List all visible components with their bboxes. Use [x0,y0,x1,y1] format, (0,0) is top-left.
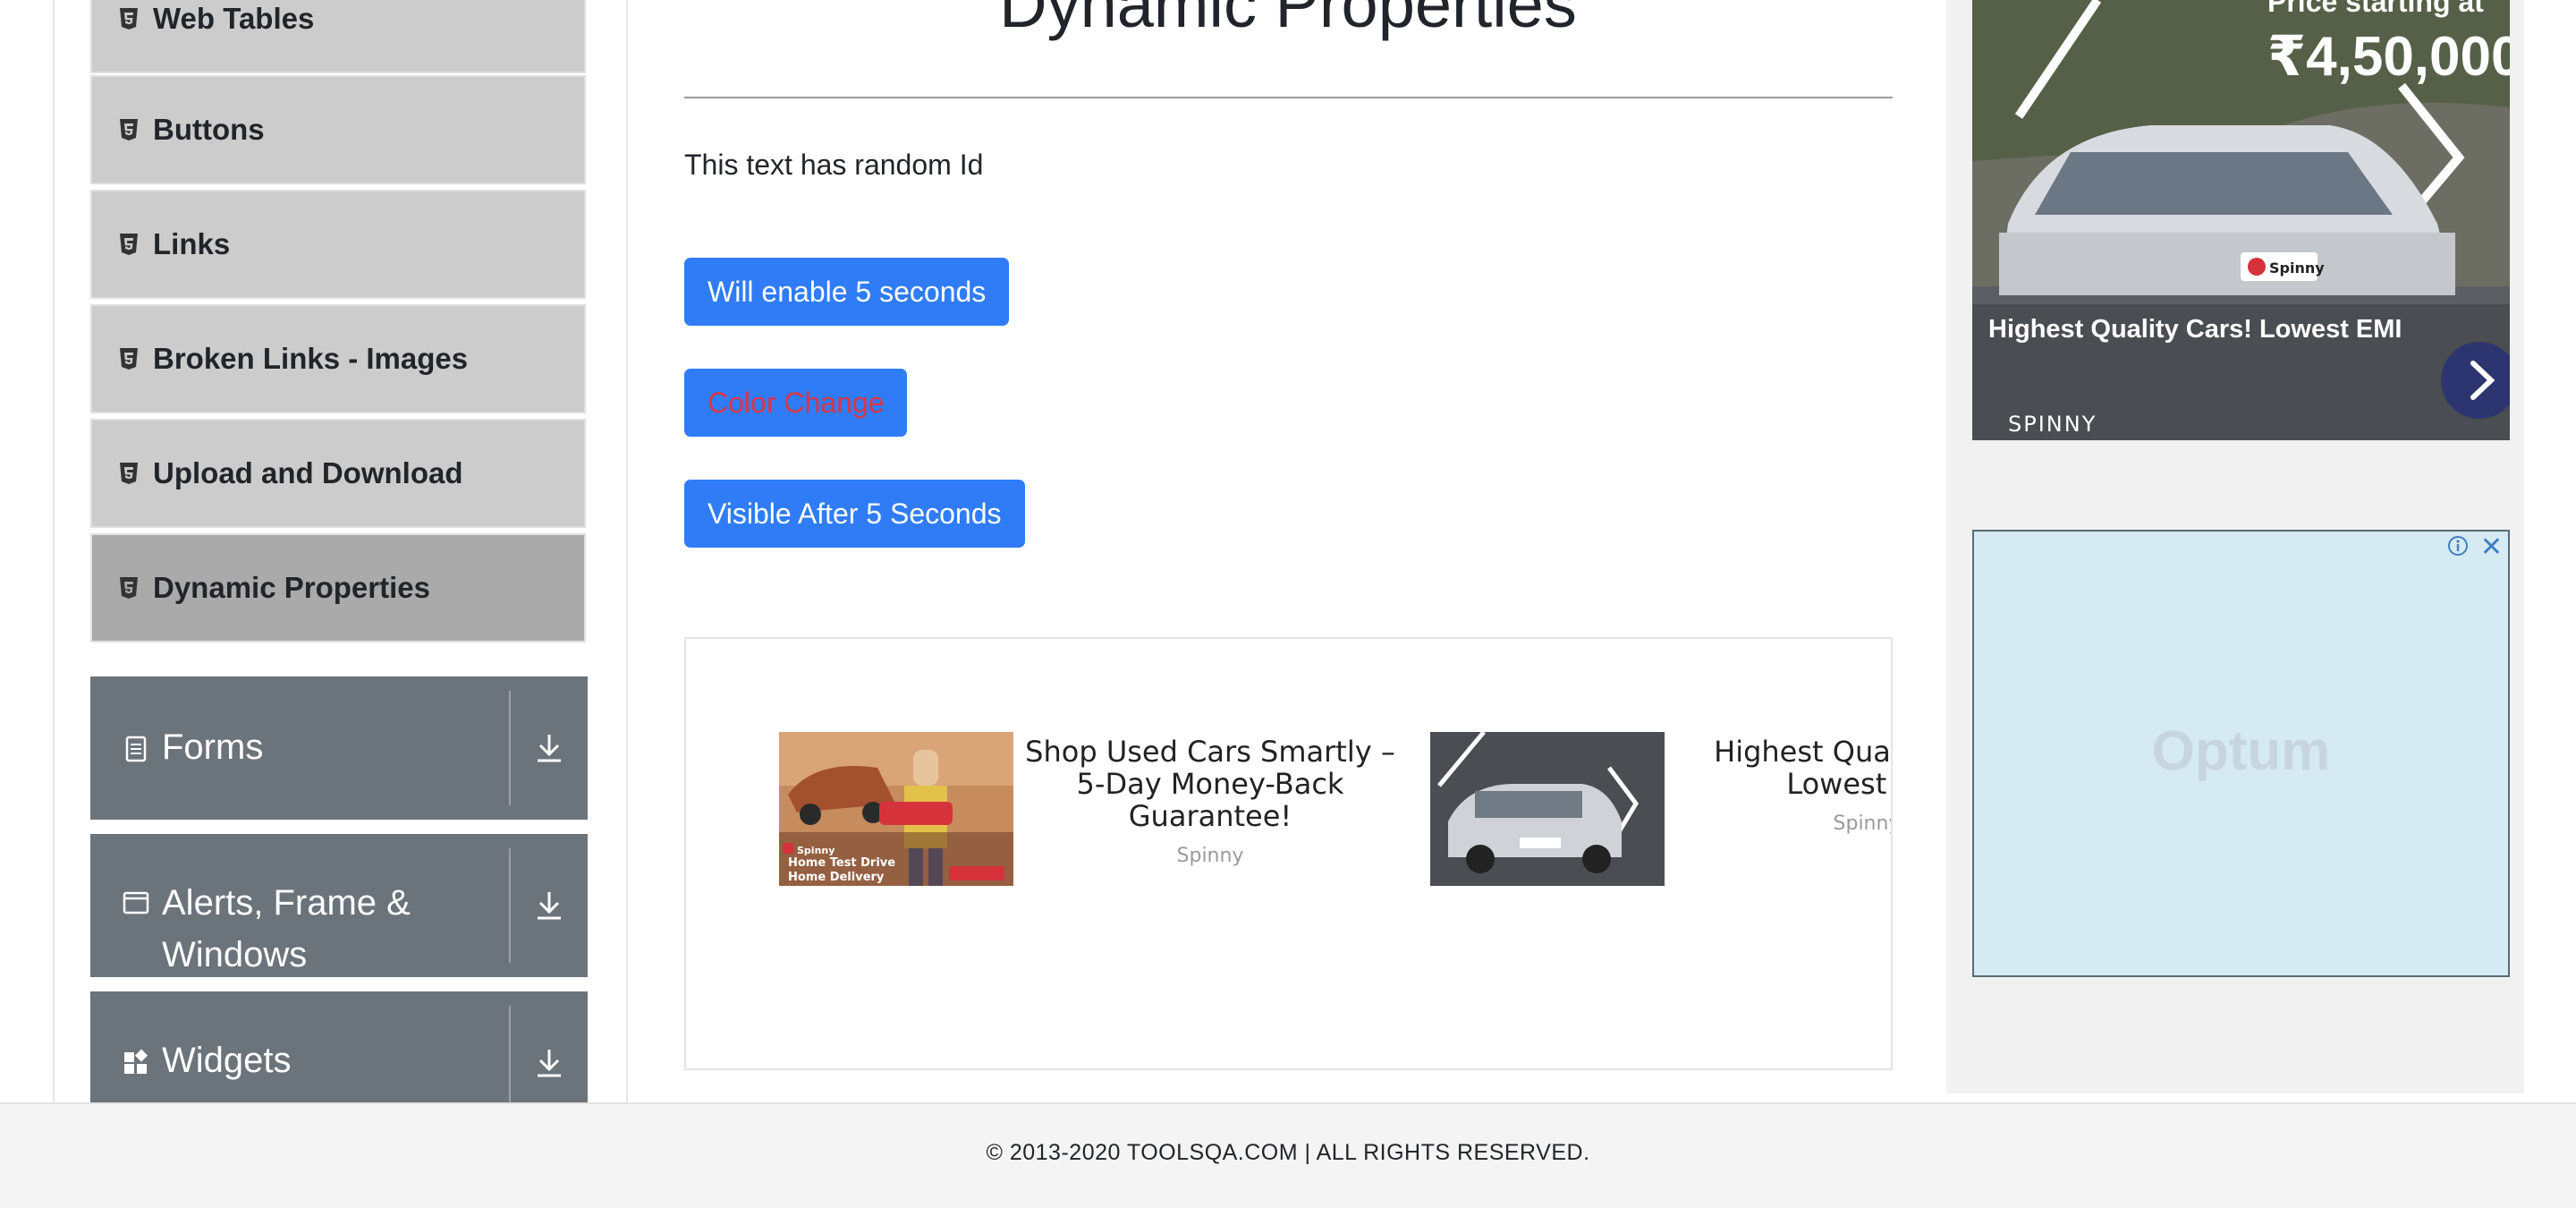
html5-icon [120,8,138,30]
form-icon [125,736,147,762]
footer: © 2013-2020 TOOLSQA.COM | ALL RIGHTS RES… [0,1102,2576,1208]
svg-text:Spinny: Spinny [2269,259,2325,276]
group-forms[interactable]: Forms [90,676,588,820]
ad-source-1: Spinny [1176,845,1244,867]
sidebar-item-broken-links[interactable]: Broken Links - Images [90,304,586,413]
group-label-line1: Alerts, Frame & [162,883,411,923]
ad-headline[interactable]: Highest Quality Cars! Lowest EMI [1988,315,2402,345]
download-arrow-icon[interactable] [534,1047,564,1079]
optum-logo: Optum [2151,720,2331,782]
ad-image-car-dealer[interactable]: Spinny Home Test Drive Home Delivery [779,732,1013,886]
window-icon [123,891,149,915]
sidebar-item-web-tables[interactable]: Web Tables [90,0,586,73]
ad-price-label: Price starting at [2267,0,2484,18]
optum-ad-banner[interactable]: ✕ Optum [1972,530,2510,977]
car-ad-banner[interactable]: Spinny Price starting at ₹4,50,000 Highe… [1972,0,2510,440]
left-panel: Web Tables Buttons Links Broken Links - … [0,0,629,1102]
html5-icon [120,463,138,484]
ad-photo: Spinny Home Test Drive Home Delivery [779,732,1013,886]
chevron-right-icon [2470,361,2496,400]
color-change-button[interactable]: Color Change [684,369,908,437]
download-arrow-icon[interactable] [534,889,564,922]
ad-caption-1[interactable]: Shop Used Cars Smartly – 5-Day Money-Bac… [1013,736,1407,832]
copyright-text: © 2013-2020 TOOLSQA.COM | ALL RIGHTS RES… [986,1140,1590,1165]
left-border [53,0,55,1102]
sidebar-item-label: Broken Links - Images [153,342,469,375]
svg-text:Spinny: Spinny [797,845,835,856]
ad-next-button[interactable] [2441,342,2510,419]
group-label: Forms [162,727,264,767]
ad-close-icon[interactable]: ✕ [2480,532,2503,563]
html5-icon [120,577,138,599]
sidebar-item-upload-download[interactable]: Upload and Download [90,419,586,528]
page-title: Dynamic Properties [999,0,1577,41]
title-divider [684,97,1893,98]
group-label: Widgets [162,1041,292,1080]
sidebar-item-label: Web Tables [153,2,315,35]
inline-ad-container: Spinny Home Test Drive Home Delivery Sho… [684,637,1893,1070]
sidebar-item-label: Dynamic Properties [153,571,430,604]
adchoices-icon[interactable] [2447,535,2469,557]
random-id-text: This text has random Id [684,149,984,181]
sidebar-item-label: Links [153,227,231,260]
group-divider [509,848,511,963]
sidebar-item-buttons[interactable]: Buttons [90,75,586,184]
enable-after-button[interactable]: Will enable 5 seconds [684,258,1010,326]
widgets-icon [124,1049,148,1074]
html5-icon [120,348,138,370]
sidebar-item-links[interactable]: Links [90,190,586,299]
download-arrow-icon[interactable] [534,732,564,764]
right-border [626,0,628,1102]
ad-photo [1430,732,1665,886]
ad-caption-2[interactable]: Highest Quality Cars! Lowest EMI [1670,736,1891,800]
right-ad-column: Spinny Price starting at ₹4,50,000 Highe… [1946,0,2524,1093]
group-divider [509,1006,511,1102]
sidebar-item-label: Upload and Download [153,456,463,489]
visible-after-button[interactable]: Visible After 5 Seconds [684,480,1025,548]
group-divider [509,691,511,805]
svg-text:Home Delivery: Home Delivery [788,871,885,884]
group-widgets[interactable]: Widgets [90,991,588,1102]
group-label-line2: Windows [162,935,308,974]
ad-image-car[interactable] [1430,732,1665,886]
html5-icon [120,119,138,140]
group-alerts-frame-windows[interactable]: Alerts, Frame & Windows [90,834,588,977]
sidebar-item-dynamic-properties[interactable]: Dynamic Properties [90,533,586,642]
html5-icon [120,234,138,255]
svg-text:Home Test Drive: Home Test Drive [788,856,895,870]
sidebar-item-label: Buttons [153,113,265,146]
ad-brand: SPINNY [2008,412,2097,437]
ad-price: ₹4,50,000 [2267,26,2510,88]
ad-source-2: Spinny [1833,812,1891,835]
